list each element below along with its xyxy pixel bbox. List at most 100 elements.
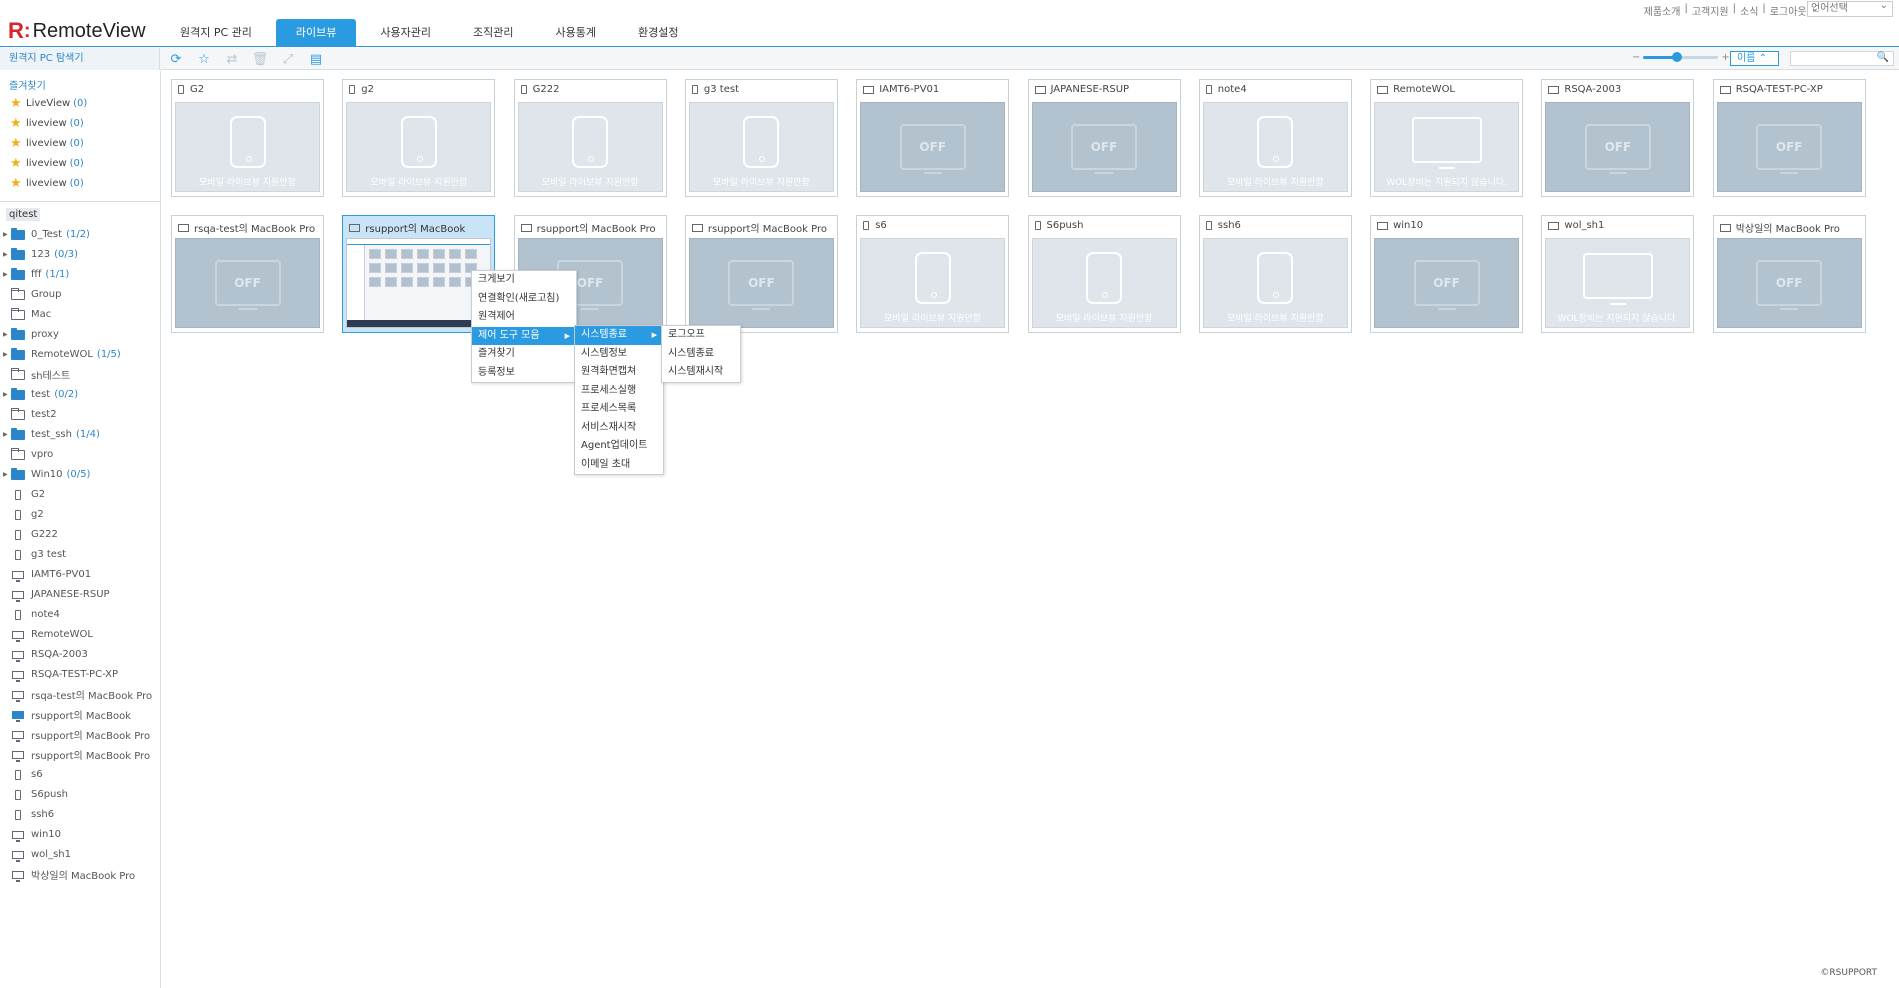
device-card[interactable]: wol_sh1 WOL장비는 지원되지 않습니다. xyxy=(1541,215,1695,333)
tree-item[interactable]: ▶ RemoteWOL (1/5) xyxy=(3,346,159,363)
expand-arrow-icon[interactable]: ▶ xyxy=(3,331,11,338)
device-card[interactable]: win10 OFF xyxy=(1370,215,1524,333)
tree-item[interactable]: RemoteWOL xyxy=(3,626,159,643)
tree-item[interactable]: ▶ proxy xyxy=(3,326,159,343)
device-card[interactable]: rsqa-test의 MacBook Pro OFF xyxy=(171,215,324,333)
device-card[interactable]: g2 모바일 라이브뷰 지원안함 xyxy=(342,79,496,197)
tree-item[interactable]: G2 xyxy=(3,486,159,503)
zoom-slider-handle[interactable] xyxy=(1672,52,1683,62)
shutdown-option-item[interactable]: 시스템재시작 xyxy=(662,363,740,382)
control-tools-item[interactable]: 프로세스실행 xyxy=(575,382,663,401)
tree-item[interactable]: rsupport의 MacBook Pro xyxy=(3,726,159,743)
tree-item[interactable]: s6 xyxy=(3,766,159,783)
control-tools-item[interactable]: Agent업데이트 xyxy=(575,437,663,456)
zoom-minus-button[interactable]: − xyxy=(1632,52,1640,63)
expand-arrow-icon[interactable]: ▶ xyxy=(3,391,11,398)
tab-5[interactable]: 환경설정 xyxy=(620,19,696,47)
tree-item[interactable]: Mac xyxy=(3,306,159,323)
context-menu-item[interactable]: 등록정보 xyxy=(472,364,576,383)
control-tools-item[interactable]: 이메일 초대 xyxy=(575,456,663,475)
top-link[interactable]: 소식 xyxy=(1740,3,1758,18)
tree-item[interactable]: vpro xyxy=(3,446,159,463)
tab-4[interactable]: 사용통계 xyxy=(538,19,614,47)
tree-item[interactable]: rsupport의 MacBook xyxy=(3,706,159,723)
control-tools-item[interactable]: 서비스재시작 xyxy=(575,419,663,438)
top-link[interactable]: 로그아웃 xyxy=(1770,3,1807,18)
device-card[interactable]: JAPANESE-RSUP OFF xyxy=(1027,79,1181,197)
device-card[interactable]: RSQA-2003 OFF xyxy=(1541,79,1695,197)
top-link[interactable]: 고객지원 xyxy=(1692,3,1729,18)
device-thumbnail[interactable]: OFF xyxy=(175,238,320,328)
expand-arrow-icon[interactable]: ▶ xyxy=(3,271,11,278)
tree-item[interactable]: ▶ test (0/2) xyxy=(3,386,159,403)
favorites-title[interactable]: 즐겨찾기 xyxy=(9,77,46,92)
shutdown-option-item[interactable]: 시스템종료 xyxy=(662,345,740,364)
device-thumbnail[interactable]: WOL장비는 지원되지 않습니다. xyxy=(1374,102,1520,192)
device-thumbnail[interactable]: OFF xyxy=(688,238,834,328)
expand-arrow-icon[interactable]: ▶ xyxy=(3,251,11,258)
device-thumbnail[interactable]: 모바일 라이브뷰 지원안함 xyxy=(1202,238,1348,328)
context-menu-item[interactable]: 원격제어 xyxy=(472,308,576,327)
swap-icon[interactable]: ⇄ xyxy=(220,50,244,68)
device-card[interactable]: RSQA-TEST-PC-XP OFF xyxy=(1712,79,1866,197)
context-menu-item[interactable]: 제어 도구 모음 ▶ xyxy=(472,326,576,345)
search-input[interactable]: 🔍 xyxy=(1790,51,1894,66)
favorite-item[interactable]: ★ liveview (0) xyxy=(10,115,84,131)
zoom-plus-button[interactable]: + xyxy=(1721,52,1729,63)
tree-item[interactable]: ▶ fff (1/1) xyxy=(3,266,159,283)
sort-select[interactable]: 이름 ⌃ xyxy=(1730,51,1779,66)
device-thumbnail[interactable]: 모바일 라이브뷰 지원안함 xyxy=(175,102,320,192)
tree-item[interactable]: S6push xyxy=(3,786,159,803)
control-tools-item[interactable]: 원격화면캡쳐 xyxy=(575,363,663,382)
favorite-item[interactable]: ★ liveview (0) xyxy=(10,175,84,191)
top-link[interactable]: 제품소개 xyxy=(1644,3,1681,18)
tree-item[interactable]: G222 xyxy=(3,526,159,543)
device-thumbnail[interactable]: 모바일 라이브뷰 지원안함 xyxy=(517,102,663,192)
tab-3[interactable]: 조직관리 xyxy=(455,19,531,47)
expand-arrow-icon[interactable]: ▶ xyxy=(3,231,11,238)
device-card[interactable]: s6 모바일 라이브뷰 지원안함 xyxy=(856,215,1010,333)
tree-item[interactable]: ▶ 0_Test (1/2) xyxy=(3,226,159,243)
tree-item[interactable]: IAMT6-PV01 xyxy=(3,566,159,583)
star-add-icon[interactable]: ☆ xyxy=(192,50,216,68)
favorite-item[interactable]: ★ liveview (0) xyxy=(10,155,84,171)
device-card[interactable]: g3 test 모바일 라이브뷰 지원안함 xyxy=(684,79,838,197)
tab-2[interactable]: 사용자관리 xyxy=(362,19,449,47)
language-select[interactable]: 언어선택 xyxy=(1807,0,1893,17)
tree-item[interactable]: JAPANESE-RSUP xyxy=(3,586,159,603)
tree-item[interactable]: note4 xyxy=(3,606,159,623)
device-card[interactable]: IAMT6-PV01 OFF xyxy=(856,79,1010,197)
expand-arrow-icon[interactable]: ▶ xyxy=(3,471,11,478)
device-card[interactable]: rsupport의 MacBook Pro OFF xyxy=(684,215,838,333)
tab-0[interactable]: 원격지 PC 관리 xyxy=(162,19,270,47)
context-menu-item[interactable]: 즐겨찾기 xyxy=(472,345,576,364)
device-card[interactable]: ssh6 모바일 라이브뷰 지원안함 xyxy=(1198,215,1352,333)
device-thumbnail[interactable] xyxy=(346,238,492,328)
device-thumbnail[interactable]: 모바일 라이브뷰 지원안함 xyxy=(860,238,1006,328)
device-thumbnail[interactable]: OFF xyxy=(1716,102,1862,192)
tab-1[interactable]: 라이브뷰 xyxy=(275,19,357,47)
device-thumbnail[interactable]: OFF xyxy=(1031,102,1177,192)
device-thumbnail[interactable]: 모바일 라이브뷰 지원안함 xyxy=(688,102,834,192)
device-card[interactable]: 박상일의 MacBook Pro OFF xyxy=(1712,215,1866,333)
tree-item[interactable]: ▶ Win10 (0/5) xyxy=(3,466,159,483)
tree-item[interactable]: ▶ test_ssh (1/4) xyxy=(3,426,159,443)
tree-item[interactable]: g2 xyxy=(3,506,159,523)
device-card[interactable]: S6push 모바일 라이브뷰 지원안함 xyxy=(1027,215,1181,333)
tree-item[interactable]: sh테스트 xyxy=(3,366,159,383)
search-icon[interactable]: 🔍 xyxy=(1877,52,1889,63)
favorite-item[interactable]: ★ LiveView (0) xyxy=(10,95,87,111)
device-thumbnail[interactable]: OFF xyxy=(1545,102,1691,192)
device-card[interactable]: RemoteWOL WOL장비는 지원되지 않습니다. xyxy=(1370,79,1524,197)
device-card[interactable]: G222 모바일 라이브뷰 지원안함 xyxy=(513,79,667,197)
sidebar-header[interactable]: 원격지 PC 탐색기 xyxy=(0,48,160,70)
tree-item[interactable]: rsqa-test의 MacBook Pro xyxy=(3,686,159,703)
tree-item[interactable]: RSQA-TEST-PC-XP xyxy=(3,666,159,683)
tree-item[interactable]: 박상일의 MacBook Pro xyxy=(3,866,159,883)
tree-item[interactable]: g3 test xyxy=(3,546,159,563)
device-thumbnail[interactable]: 모바일 라이브뷰 지원안함 xyxy=(346,102,492,192)
device-thumbnail[interactable]: OFF xyxy=(860,102,1006,192)
tree-item[interactable]: test2 xyxy=(3,406,159,423)
tree-item[interactable]: RSQA-2003 xyxy=(3,646,159,663)
refresh-icon[interactable]: ⟳ xyxy=(164,50,188,68)
